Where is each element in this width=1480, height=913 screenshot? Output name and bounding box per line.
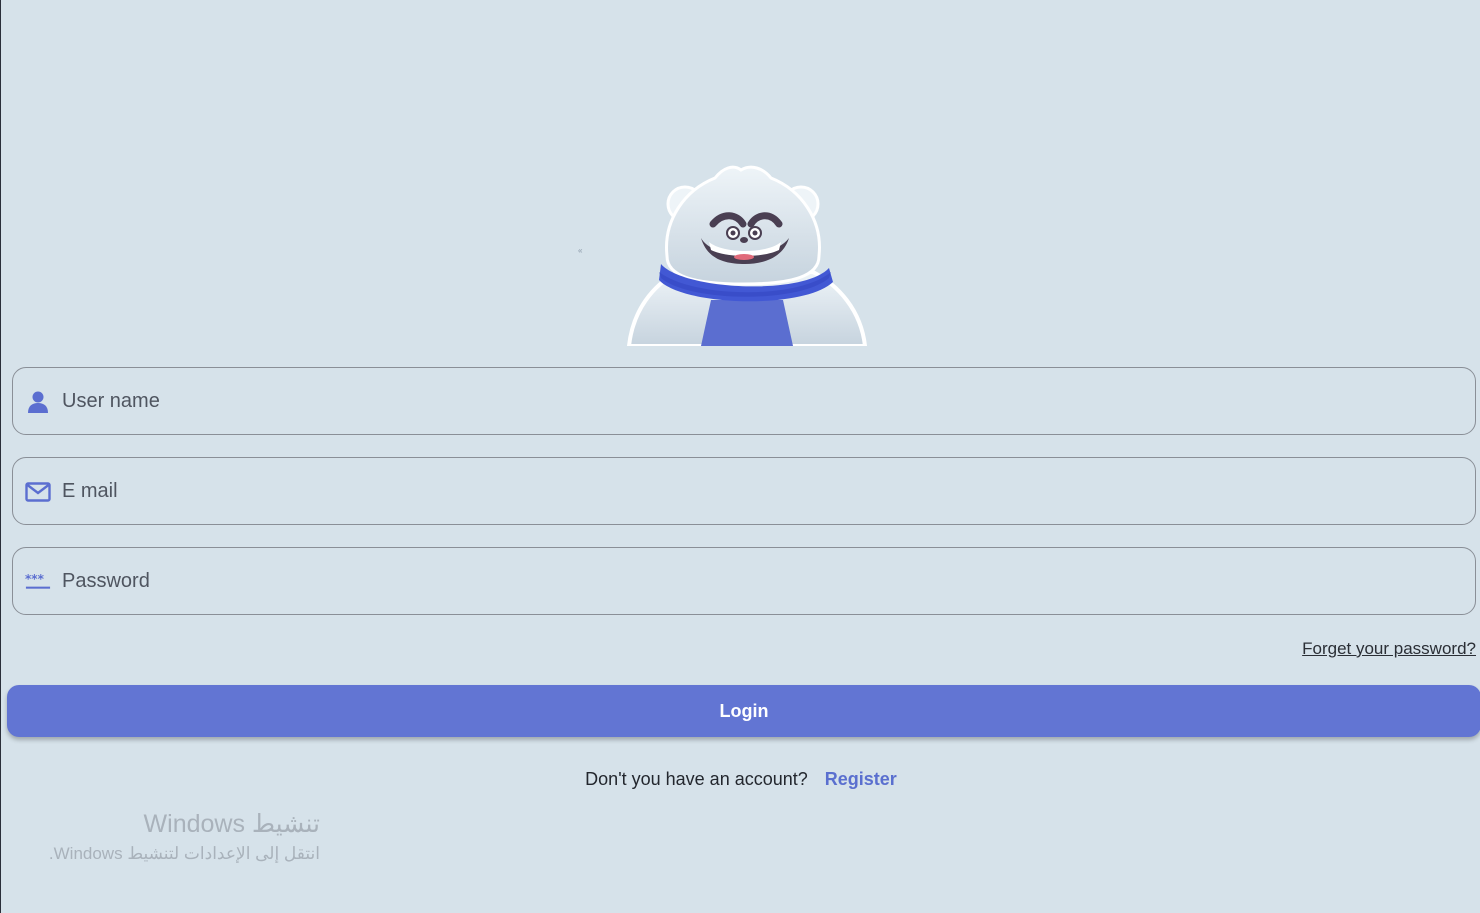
email-input[interactable] xyxy=(62,458,1462,524)
mail-icon xyxy=(25,480,51,504)
yeti-mascot-icon xyxy=(623,160,871,346)
login-page: « User name E mail *** Forget your passw… xyxy=(0,0,1480,913)
register-question: Don't you have an account? xyxy=(585,769,808,789)
password-field[interactable]: *** xyxy=(12,547,1476,615)
register-row: Don't you have an account? Register xyxy=(1,769,1480,790)
login-button[interactable]: Login xyxy=(7,685,1480,737)
username-field[interactable] xyxy=(12,367,1476,435)
watermark-subtitle: انتقل إلى الإعدادات لتنشيط Windows. xyxy=(48,844,320,863)
svg-text:***: *** xyxy=(25,572,45,586)
register-link[interactable]: Register xyxy=(825,769,897,789)
password-input[interactable] xyxy=(62,548,1462,614)
person-icon xyxy=(25,390,51,414)
username-input[interactable] xyxy=(62,368,1462,434)
email-field[interactable] xyxy=(12,457,1476,525)
password-dots-icon: *** xyxy=(25,570,51,594)
watermark-title: تنشيط Windows xyxy=(143,810,320,838)
stray-dot: « xyxy=(578,246,583,255)
forget-password-link[interactable]: Forget your password? xyxy=(1302,639,1476,659)
windows-activation-watermark: تنشيط Windows انتقل إلى الإعدادات لتنشيط… xyxy=(49,808,320,868)
